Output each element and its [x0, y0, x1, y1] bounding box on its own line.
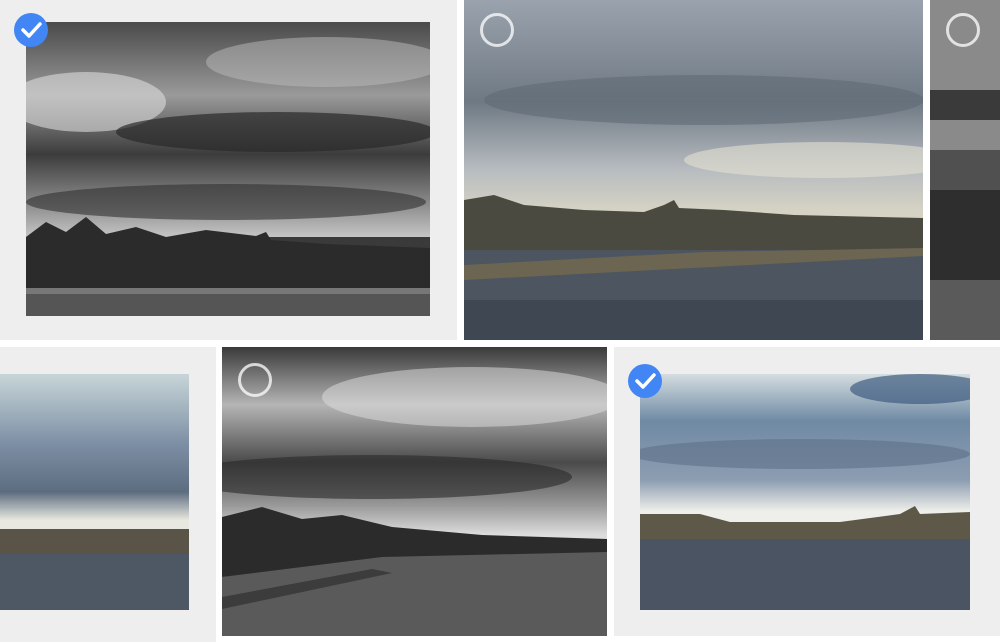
photo-tile-1[interactable]	[0, 0, 457, 340]
photo-thumbnail-1[interactable]	[26, 22, 430, 316]
photo-thumbnail-6[interactable]	[640, 374, 970, 610]
empty-circle-icon[interactable]	[238, 363, 272, 397]
empty-circle-icon[interactable]	[480, 13, 514, 47]
photo-thumbnail-3[interactable]	[930, 0, 1000, 340]
river-partial-image	[0, 374, 189, 610]
castle-river-image	[464, 0, 923, 340]
bridge-river-image	[640, 374, 970, 610]
photo-tile-2[interactable]	[464, 0, 923, 340]
bw-storm-image	[26, 22, 430, 316]
photo-tile-4[interactable]	[0, 347, 216, 642]
photo-thumbnail-5[interactable]	[222, 347, 607, 636]
photo-thumbnail-4[interactable]	[0, 374, 189, 610]
photo-tile-6[interactable]	[614, 347, 1000, 636]
photo-tile-3[interactable]	[930, 0, 1000, 340]
photo-tile-5[interactable]	[222, 347, 607, 636]
bw-partial-image	[930, 0, 1000, 340]
check-circle-icon[interactable]	[14, 13, 48, 47]
check-circle-icon[interactable]	[628, 364, 662, 398]
bw-dramatic-image	[222, 347, 607, 636]
photo-thumbnail-2[interactable]	[464, 0, 923, 340]
empty-circle-icon[interactable]	[946, 13, 980, 47]
